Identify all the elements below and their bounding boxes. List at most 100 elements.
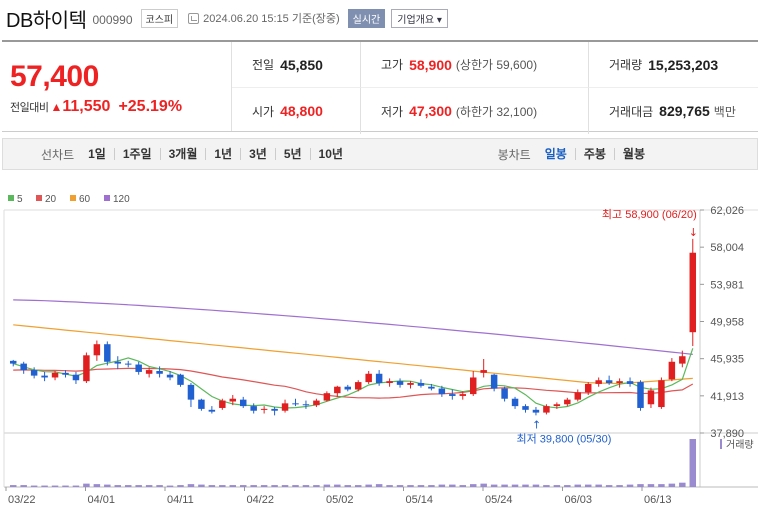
candle-body: [271, 408, 278, 411]
candle-body: [480, 370, 487, 373]
candle-body: [83, 355, 90, 382]
x-tick-label: 04/22: [247, 494, 275, 506]
volume-bar: [428, 485, 435, 487]
x-tick-label: 06/03: [565, 494, 593, 506]
period-10y[interactable]: 10년: [309, 148, 351, 160]
candle-body: [490, 374, 498, 389]
candle-body: [62, 372, 69, 375]
candle-body: [658, 380, 665, 408]
price-chart[interactable]: 5 20 60 120 62,026 58,004 53,981 49,958 45,935 41…: [0, 185, 760, 510]
volume-bar: [145, 485, 153, 487]
up-arrow-icon: ▲: [50, 100, 63, 114]
period-3y[interactable]: 3년: [240, 148, 275, 160]
volume-bar: [595, 484, 602, 487]
quote-panel: 57,400 전일대비 ▲ 11,550 +25.19% 전일 45,850 고…: [2, 40, 758, 134]
period-1d[interactable]: 1일: [80, 148, 114, 160]
legend-label: 120: [113, 194, 130, 205]
volume-bar: [637, 484, 644, 487]
period-3m[interactable]: 3개월: [159, 148, 206, 160]
candle-body: [334, 386, 341, 394]
candle-body: [302, 404, 310, 406]
prev-close-label: 전일: [252, 58, 275, 72]
candle-monthly[interactable]: 월봉: [613, 148, 653, 160]
volume-value: 15,253,203: [648, 56, 719, 73]
candle-body: [459, 394, 467, 396]
x-tick-label: 04/11: [167, 494, 194, 506]
candle-body: [9, 360, 17, 364]
legend-swatch: [36, 195, 42, 201]
stock-header: DB하이텍 000990 코스피 2024.06.20 15:15 기준(장중)…: [0, 0, 760, 36]
candle-body: [543, 406, 550, 413]
candle-body: [616, 381, 623, 384]
line-chart-title: 선차트: [41, 147, 75, 162]
candle-body: [469, 377, 477, 395]
candle-body: [407, 383, 414, 385]
volume-bar: [93, 484, 101, 487]
volume-bar: [658, 484, 665, 487]
volume-bar: [156, 485, 163, 487]
candle-body: [501, 388, 508, 399]
volume-label: 거래량: [726, 439, 754, 451]
company-info-dropdown[interactable]: 기업개요 ▾: [391, 8, 448, 28]
volume-bar: [104, 484, 111, 487]
volume-bar: [438, 484, 446, 487]
volume-bar: [689, 439, 697, 487]
period-1y[interactable]: 1년: [205, 148, 240, 160]
volume-bar: [354, 485, 362, 487]
volume-bar: [313, 485, 320, 487]
volume-bar: [334, 484, 341, 487]
period-1w[interactable]: 1주일: [113, 148, 160, 160]
volume-bar: [229, 485, 237, 487]
open-cell: 시가 48,800: [232, 88, 360, 134]
volume-bar: [51, 485, 59, 487]
volume-bar: [501, 484, 508, 487]
low-cell: 저가 47,300 (하한가 32,100): [360, 88, 588, 134]
trade-value: 829,765: [659, 103, 710, 119]
stock-name[interactable]: DB하이텍: [6, 4, 87, 33]
volume-bar: [626, 484, 634, 487]
candle-body: [668, 361, 676, 380]
volume-bar: [584, 484, 592, 487]
candle-body: [239, 399, 247, 407]
candle-daily[interactable]: 일봉: [537, 148, 575, 160]
volume-cell: 거래량 15,253,203: [588, 42, 758, 88]
volume-bar: [480, 483, 487, 487]
timestamp: 2024.06.20 15:15 기준(장중): [203, 13, 340, 25]
ma60-line: [13, 324, 693, 385]
volume-bar: [30, 485, 38, 487]
candle-body: [511, 398, 519, 407]
volume-label: 거래량: [609, 58, 643, 72]
period-5y[interactable]: 5년: [274, 148, 310, 160]
volume-bar: [250, 485, 257, 487]
volume-bar: [292, 485, 299, 487]
market-badge: 코스피: [140, 8, 179, 28]
candle-body: [260, 408, 268, 410]
trade-value-label: 거래대금: [609, 104, 654, 119]
candle-body: [564, 399, 571, 405]
realtime-button[interactable]: 실시간: [347, 8, 386, 28]
x-tick-label: 03/22: [8, 494, 36, 506]
ma120-line: [13, 299, 693, 355]
candle-body: [30, 370, 38, 376]
candle-body: [438, 388, 446, 395]
upper-limit: (상한가 59,600): [455, 58, 538, 72]
high-value: 58,900: [409, 56, 452, 73]
candle-body: [679, 356, 686, 364]
volume-bar: [323, 484, 331, 487]
candle-weekly[interactable]: 주봉: [574, 148, 614, 160]
stock-code: 000990: [92, 13, 133, 27]
candle-body: [428, 386, 435, 389]
change-value: 11,550: [62, 98, 111, 115]
volume-bar: [553, 485, 561, 487]
candle-body: [198, 399, 205, 409]
candle-body: [229, 398, 237, 402]
legend-swatch: [8, 195, 14, 201]
volume-bar: [375, 484, 383, 487]
x-tick-label: 05/24: [485, 494, 513, 506]
volume-bar: [490, 484, 498, 487]
low-arrow-icon: ↑: [532, 418, 541, 431]
high-label: 고가: [381, 58, 404, 72]
high-cell: 고가 58,900 (상한가 59,600): [360, 42, 588, 88]
volume-bar: [271, 485, 278, 487]
x-tick-label: 06/13: [644, 494, 672, 506]
